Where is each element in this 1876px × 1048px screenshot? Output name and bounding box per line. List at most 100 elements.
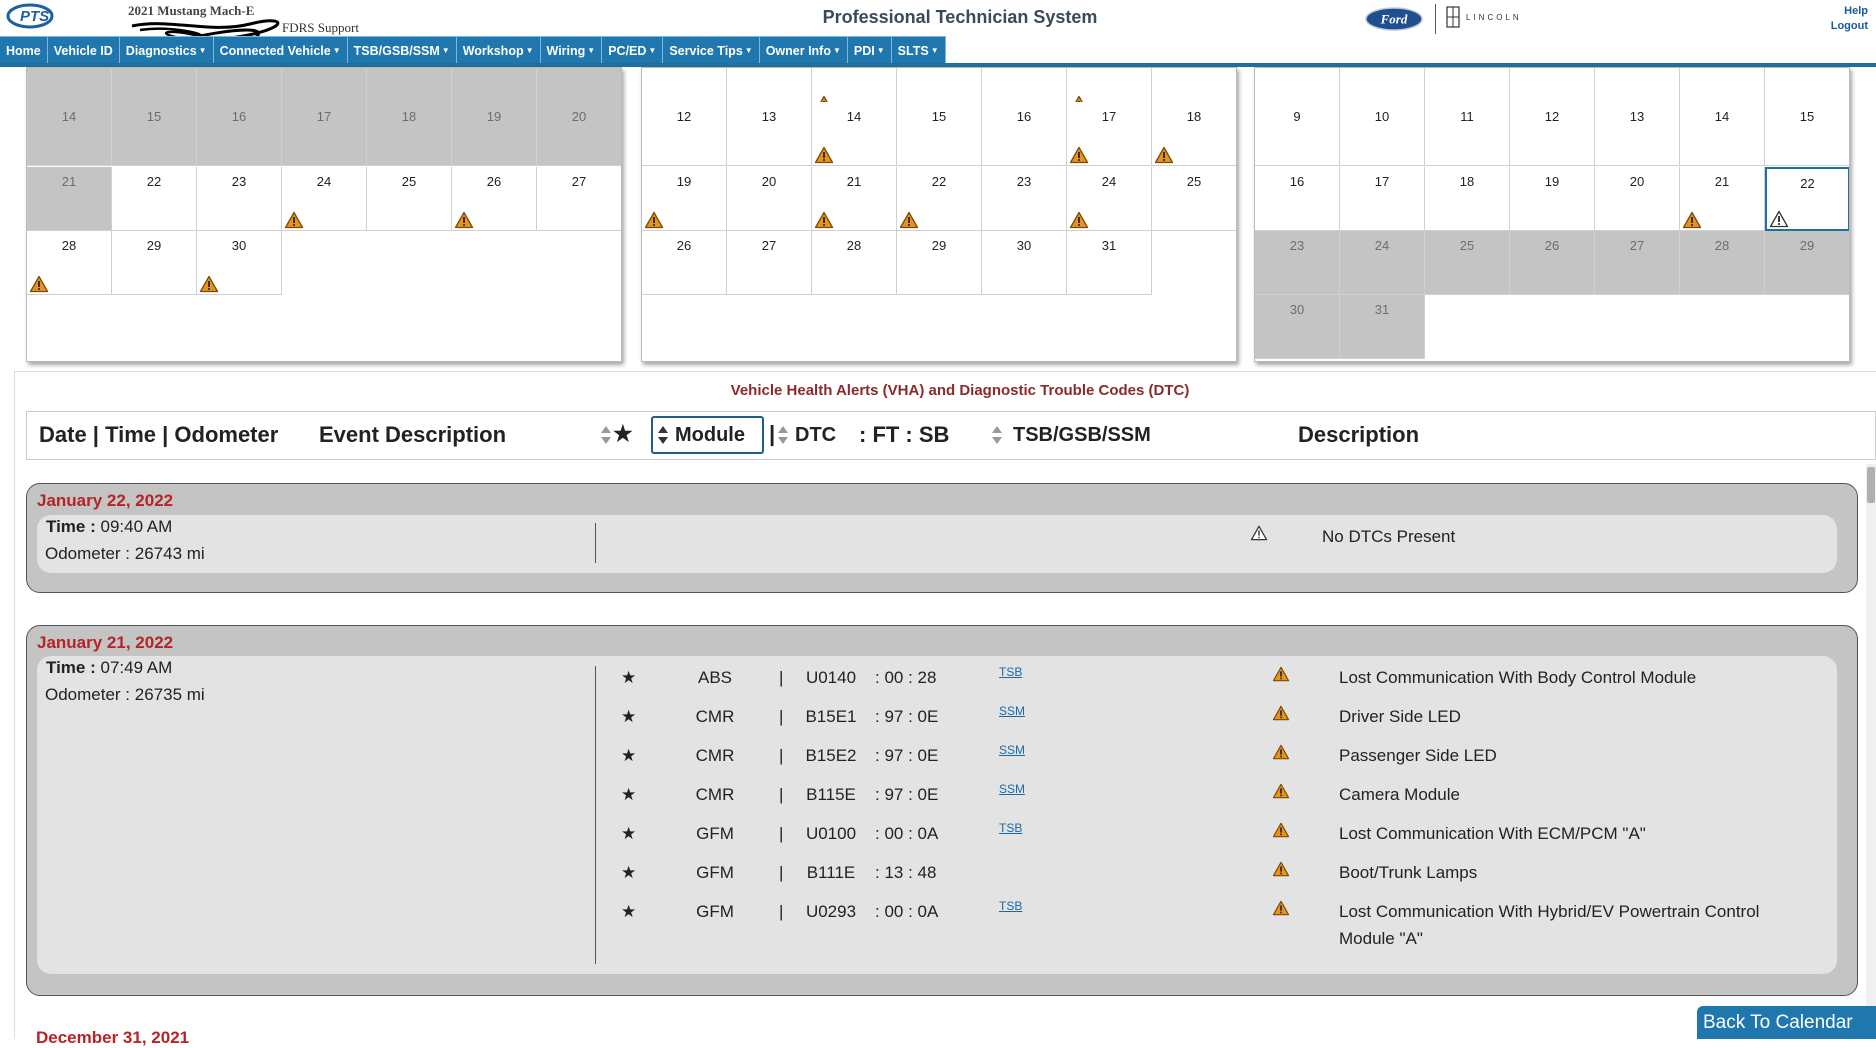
calendar-day[interactable]: 17: [282, 102, 367, 166]
calendar-day[interactable]: 23: [982, 167, 1067, 231]
calendar-day[interactable]: 31: [1340, 295, 1425, 359]
calendar-alert[interactable]: [284, 211, 304, 229]
sort-module-button[interactable]: Module: [651, 416, 764, 454]
dtc-bulletin-link[interactable]: SSM: [999, 704, 1025, 718]
calendar-day[interactable]: 28: [1680, 231, 1765, 295]
nav-item-owner-info[interactable]: Owner Info ▼: [759, 36, 848, 64]
nav-item-slts[interactable]: SLTS ▼: [891, 36, 946, 64]
calendar-day[interactable]: 26: [1510, 231, 1595, 295]
nav-item-service-tips[interactable]: Service Tips ▼: [663, 36, 760, 64]
calendar-day[interactable]: 15: [897, 102, 982, 166]
back-to-calendar-button[interactable]: Back To Calendar: [1697, 1006, 1876, 1039]
calendar-day[interactable]: 15: [1765, 102, 1849, 166]
scrollbar-track[interactable]: [1866, 464, 1876, 1039]
calendar-alert[interactable]: [899, 211, 919, 229]
calendar-day[interactable]: 13: [727, 102, 812, 166]
calendar-day[interactable]: 31: [1067, 231, 1152, 295]
calendar-day[interactable]: 22: [112, 167, 197, 231]
calendar-day[interactable]: 17: [1067, 102, 1152, 166]
calendar-day[interactable]: 30: [1255, 295, 1340, 359]
calendar-day[interactable]: 30: [197, 231, 282, 295]
calendar-day[interactable]: 23: [1255, 231, 1340, 295]
calendar-alert[interactable]: [29, 275, 49, 293]
calendar-day[interactable]: 24: [282, 167, 367, 231]
calendar-day[interactable]: 15: [112, 102, 197, 166]
dtc-bulletin-link[interactable]: TSB: [999, 821, 1022, 835]
dtc-bulletin-link[interactable]: SSM: [999, 782, 1025, 796]
calendar-alert[interactable]: [1682, 211, 1702, 229]
calendar-day[interactable]: 19: [452, 102, 537, 166]
calendar-day[interactable]: 30: [982, 231, 1067, 295]
calendar-day[interactable]: 25: [367, 167, 452, 231]
help-link[interactable]: Help: [1844, 5, 1868, 17]
calendar-day[interactable]: 10: [1340, 102, 1425, 166]
scrollbar-thumb[interactable]: [1867, 467, 1875, 503]
calendar-alert[interactable]: [1769, 210, 1789, 228]
calendar-day[interactable]: 21: [1680, 167, 1765, 231]
calendar-day[interactable]: 27: [727, 231, 812, 295]
col-tsb-header[interactable]: TSB/GSB/SSM: [1013, 424, 1151, 447]
calendar-alert[interactable]: [1069, 146, 1089, 164]
calendar-day[interactable]: 22: [1765, 167, 1849, 231]
calendar-day[interactable]: 19: [1510, 167, 1595, 231]
nav-item-home[interactable]: Home: [0, 36, 48, 64]
calendar-day[interactable]: 21: [812, 167, 897, 231]
nav-item-tsb-gsb-ssm[interactable]: TSB/GSB/SSM ▼: [347, 36, 457, 64]
calendar-day[interactable]: 17: [1340, 167, 1425, 231]
calendar-day[interactable]: 18: [367, 102, 452, 166]
calendar-day[interactable]: 23: [197, 167, 282, 231]
calendar-day[interactable]: 22: [897, 167, 982, 231]
calendar-day[interactable]: 27: [1595, 231, 1680, 295]
calendar-day[interactable]: 19: [642, 167, 727, 231]
dtc-bulletin-link[interactable]: TSB: [999, 899, 1022, 913]
calendar-day[interactable]: 28: [812, 231, 897, 295]
nav-item-pc-ed[interactable]: PC/ED ▼: [602, 36, 664, 64]
calendar-day[interactable]: 9: [1255, 102, 1340, 166]
calendar-day[interactable]: 26: [642, 231, 727, 295]
calendar-day[interactable]: 20: [537, 102, 621, 166]
calendar-alert[interactable]: [814, 146, 834, 164]
calendar-alert[interactable]: [1069, 211, 1089, 229]
sort-dtc-icon[interactable]: [777, 425, 789, 445]
calendar-day[interactable]: 18: [1425, 167, 1510, 231]
calendar-day[interactable]: 29: [897, 231, 982, 295]
sort-tsb-icon[interactable]: [991, 425, 1003, 445]
dtc-bulletin-link[interactable]: SSM: [999, 743, 1025, 757]
calendar-day[interactable]: 18: [1152, 102, 1236, 166]
calendar-day[interactable]: 27: [537, 167, 621, 231]
nav-item-workshop[interactable]: Workshop ▼: [456, 36, 541, 64]
dtc-bulletin-link[interactable]: TSB: [999, 665, 1022, 679]
calendar-alert[interactable]: [1154, 146, 1174, 164]
calendar-day[interactable]: 24: [1067, 167, 1152, 231]
calendar-alert[interactable]: [454, 211, 474, 229]
calendar-day[interactable]: 14: [812, 102, 897, 166]
calendar-day[interactable]: 13: [1595, 102, 1680, 166]
nav-item-connected-vehicle[interactable]: Connected Vehicle ▼: [213, 36, 348, 64]
calendar-day[interactable]: 16: [197, 102, 282, 166]
calendar-day[interactable]: 20: [727, 167, 812, 231]
nav-item-pdi[interactable]: PDI ▼: [847, 36, 892, 64]
calendar-day[interactable]: 12: [1510, 102, 1595, 166]
calendar-day[interactable]: 14: [1680, 102, 1765, 166]
nav-item-diagnostics[interactable]: Diagnostics ▼: [119, 36, 214, 64]
col-dtc-header[interactable]: DTC: [795, 424, 836, 447]
logout-link[interactable]: Logout: [1831, 20, 1868, 32]
calendar-alert[interactable]: [199, 275, 219, 293]
calendar-day[interactable]: 11: [1425, 102, 1510, 166]
calendar-day[interactable]: 24: [1340, 231, 1425, 295]
nav-item-vehicle-id[interactable]: Vehicle ID: [47, 36, 120, 64]
sort-star-icon[interactable]: [600, 425, 612, 445]
calendar-day[interactable]: 14: [27, 102, 112, 166]
calendar-day[interactable]: 29: [112, 231, 197, 295]
col-event-header[interactable]: Event Description: [319, 422, 506, 448]
calendar-day[interactable]: 20: [1595, 167, 1680, 231]
calendar-day[interactable]: 26: [452, 167, 537, 231]
calendar-day[interactable]: 16: [982, 102, 1067, 166]
calendar-day[interactable]: 16: [1255, 167, 1340, 231]
nav-item-wiring[interactable]: Wiring ▼: [540, 36, 603, 64]
calendar-day[interactable]: 28: [27, 231, 112, 295]
calendar-day[interactable]: 29: [1765, 231, 1849, 295]
calendar-alert[interactable]: [814, 211, 834, 229]
calendar-alert[interactable]: [644, 211, 664, 229]
calendar-day[interactable]: 21: [27, 167, 112, 231]
